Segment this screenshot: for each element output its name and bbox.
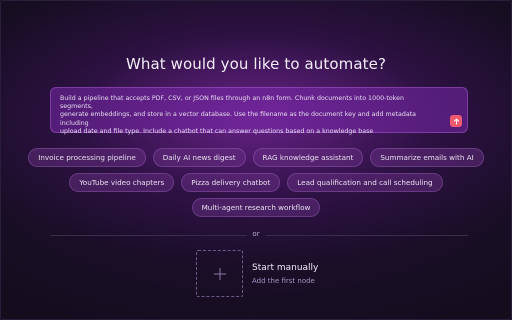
send-button[interactable] <box>450 115 462 127</box>
arrow-up-icon <box>453 118 459 124</box>
start-manually-subtitle: Add the first node <box>252 277 315 285</box>
start-manually-button[interactable] <box>196 250 243 297</box>
suggestion-chip[interactable]: YouTube video chapters <box>69 173 175 192</box>
plus-icon <box>213 267 226 280</box>
suggestion-row-2: YouTube video chapters Pizza delivery ch… <box>0 173 512 192</box>
prompt-textarea[interactable]: Build a pipeline that accepts PDF, CSV, … <box>50 87 468 136</box>
suggestion-chip[interactable]: Pizza delivery chatbot <box>181 173 281 192</box>
suggestion-chips: Invoice processing pipeline Daily AI new… <box>0 148 512 223</box>
suggestion-chip[interactable]: Lead qualification and call scheduling <box>287 173 443 192</box>
suggestion-chip[interactable]: Multi-agent research workflow <box>191 198 321 217</box>
suggestion-chip[interactable]: Summarize emails with AI <box>370 148 484 167</box>
page-title: What would you like to automate? <box>125 55 387 73</box>
divider-label: or <box>252 230 260 238</box>
divider-right <box>266 235 468 236</box>
suggestion-row-3: Multi-agent research workflow <box>0 198 512 217</box>
suggestion-chip[interactable]: Daily AI news digest <box>152 148 246 167</box>
suggestion-row-1: Invoice processing pipeline Daily AI new… <box>0 148 512 167</box>
suggestion-chip[interactable]: Invoice processing pipeline <box>28 148 146 167</box>
suggestion-chip[interactable]: RAG knowledge assistant <box>252 148 364 167</box>
start-manually-title[interactable]: Start manually <box>252 263 318 273</box>
prompt-text[interactable]: Build a pipeline that accepts PDF, CSV, … <box>60 95 437 136</box>
